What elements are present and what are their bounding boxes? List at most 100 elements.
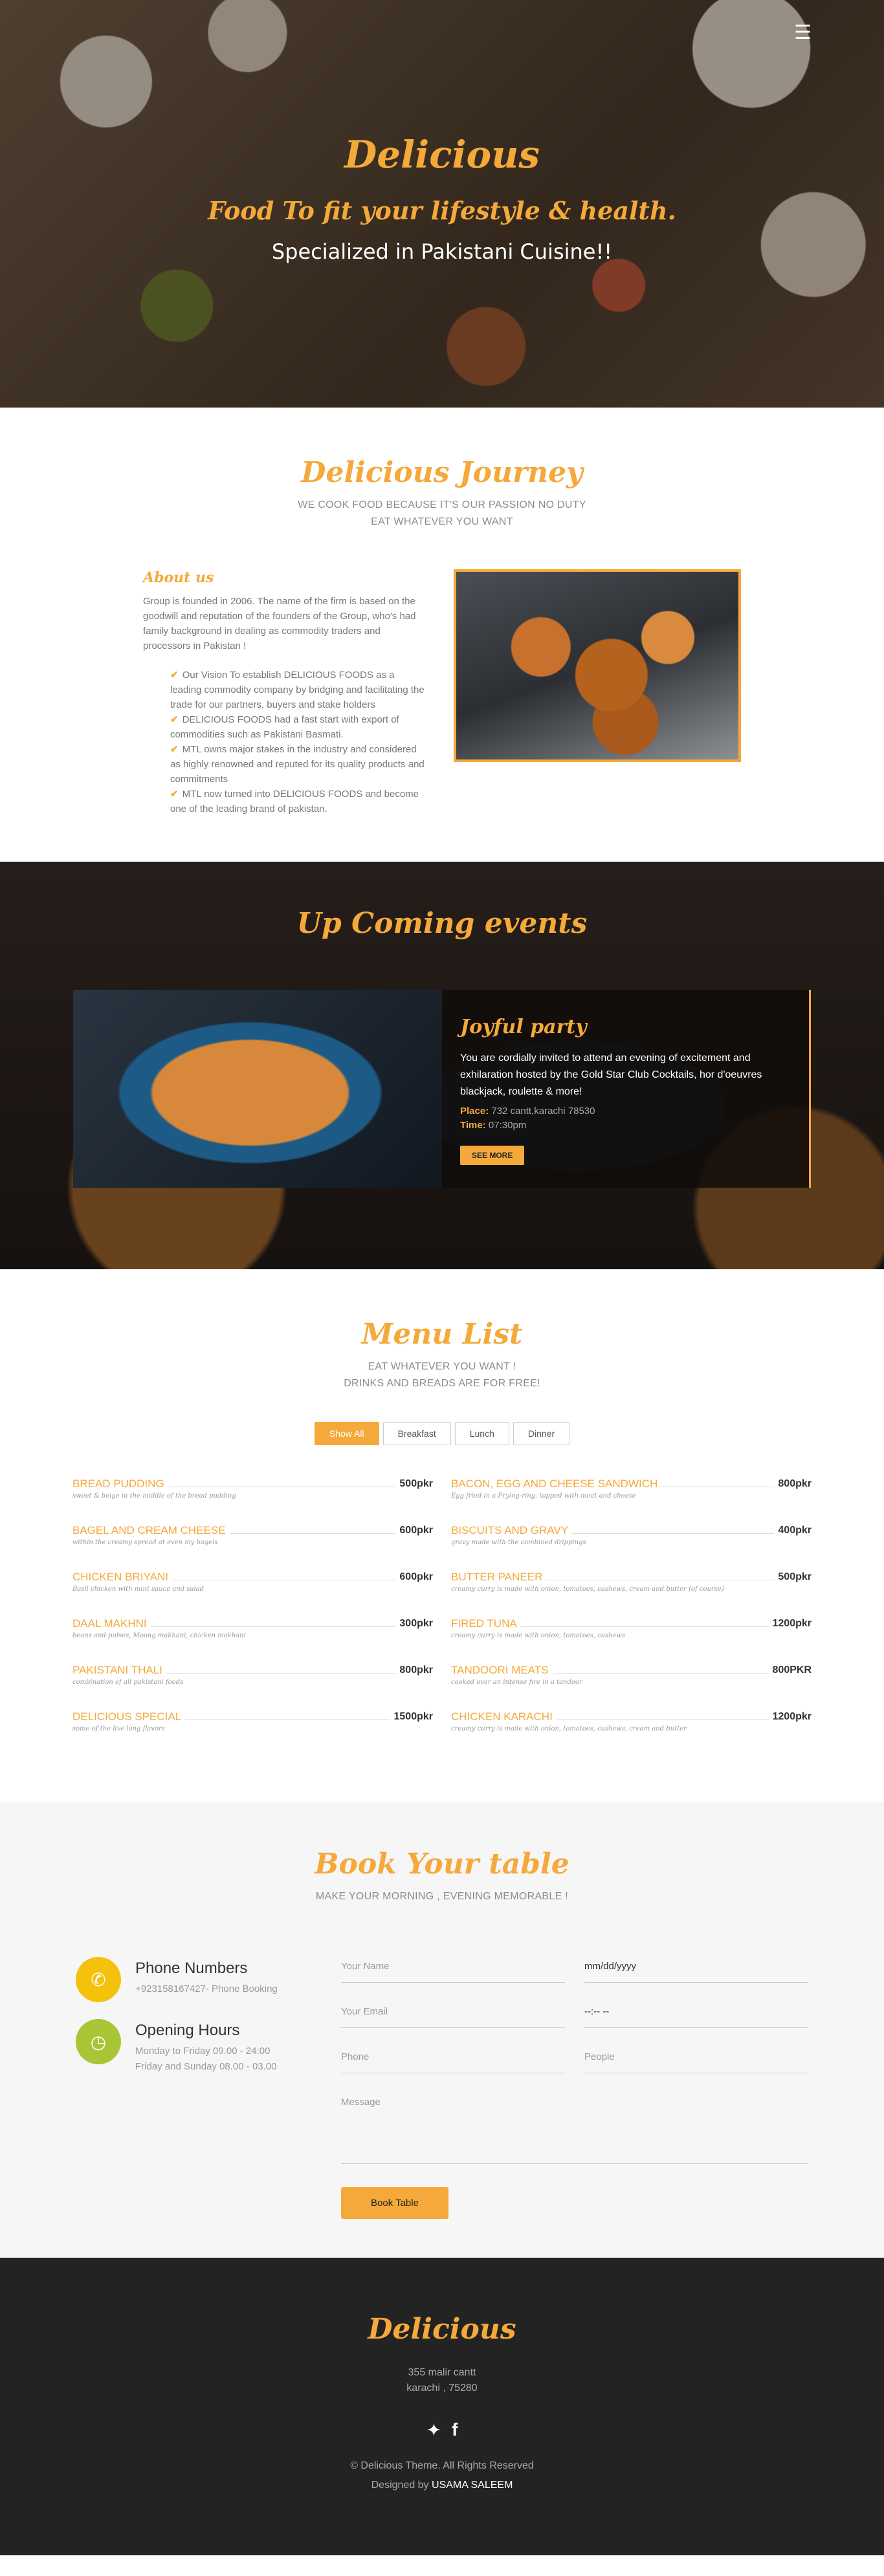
see-more-button[interactable]: SEE MORE	[460, 1146, 525, 1165]
menu-item-name: BREAD PUDDING	[72, 1478, 164, 1490]
menu-item-divider	[520, 1626, 769, 1627]
menu-item: BREAD PUDDING 500pkr sweet & beige in the …	[72, 1478, 433, 1524]
event-time-value: 07:30pm	[488, 1120, 527, 1131]
phone-text: +923158167427- Phone Booking	[135, 1983, 278, 1994]
about-title: About us	[143, 569, 214, 586]
filter-lunch[interactable]: Lunch	[454, 1422, 509, 1445]
hero-content: Delicious Food To fit your lifestyle & h…	[0, 133, 884, 264]
book-table-button[interactable]: Book Table	[341, 2187, 448, 2219]
hours-block: ◷ Opening Hours Monday to Friday 09.00 -…	[76, 2019, 296, 2075]
menu-item: CHICKEN BRIYANI 600pkr Basil chicken with …	[72, 1571, 433, 1617]
about-points: ✔ Our Vision To establish DELICIOUS FOODS…	[170, 668, 428, 816]
menu-item-desc: creamy curry is made with onion, tomatoe…	[451, 1632, 625, 1639]
about-point-text: DELICIOUS FOODS had a fast start with ex…	[170, 714, 399, 740]
menu-item-desc: creamy curry is made with onion, tomatoe…	[451, 1586, 724, 1593]
designed-by: Designed by USAMA SALEEM	[0, 2480, 884, 2491]
journey-section: Delicious Journey WE COOK FOOD BECAUSE I…	[0, 408, 884, 862]
about-point-text: MTL now turned into DELICIOUS FOODS and …	[170, 789, 419, 814]
menu-item: DAAL MAKHNI 300pkr beans and pulses, Moong…	[72, 1617, 433, 1664]
menu-item-name: BACON, EGG AND CHEESE SANDWICH	[451, 1478, 658, 1490]
message-textarea[interactable]: Message	[341, 2093, 808, 2164]
menu-item-price: 1200pkr	[772, 1711, 812, 1722]
footer: Delicious 355 malir cantt karachi , 7528…	[0, 2258, 884, 2555]
menu-subtitle: EAT WHATEVER YOU WANT ! DRINKS AND BREAD…	[0, 1359, 884, 1392]
contact-column: ✆ Phone Numbers +923158167427- Phone Boo…	[76, 1957, 296, 2219]
footer-logo: Delicious	[368, 2313, 516, 2346]
hours-title: Opening Hours	[135, 2022, 240, 2039]
about-point-text: MTL owns major stakes in the industry an…	[170, 744, 425, 785]
check-icon: ✔	[170, 714, 179, 725]
menu-item: BISCUITS AND GRAVY 400pkr gravy made with …	[451, 1524, 812, 1571]
booking-form: Your Name mm/dd/yyyy Your Email --:-- --…	[341, 1957, 808, 2219]
designed-by-label: Designed by	[371, 2480, 429, 2491]
menu-item: BACON, EGG AND CHEESE SANDWICH 800pkr Egg …	[451, 1478, 812, 1524]
menu-item-divider	[166, 1672, 396, 1674]
time-input[interactable]: --:-- --	[584, 2002, 808, 2028]
menu-item-price: 1200pkr	[772, 1618, 812, 1629]
about-point: ✔ DELICIOUS FOODS had a fast start with e…	[170, 712, 428, 742]
footer-address-1: 355 malir cantt	[408, 2367, 476, 2378]
menu-item-price: 500pkr	[778, 1571, 812, 1582]
designer-link[interactable]: USAMA SALEEM	[432, 2480, 513, 2491]
hours-weekday: Monday to Friday 09.00 - 24:00	[135, 2046, 271, 2057]
twitter-icon[interactable]: ✦	[426, 2419, 441, 2441]
menu-item: CHICKEN KARACHI 1200pkr creamy curry is ma…	[451, 1710, 812, 1757]
email-input[interactable]: Your Email	[341, 2002, 565, 2028]
filter-dinner[interactable]: Dinner	[513, 1422, 570, 1445]
menu-item-name: BISCUITS AND GRAVY	[451, 1524, 569, 1536]
people-input[interactable]: People	[584, 2047, 808, 2073]
menu-item: BAGEL AND CREAM CHEESE 600pkr within the c…	[72, 1524, 433, 1571]
book-subtitle: MAKE YOUR MORNING , EVENING MEMORABLE !	[315, 1891, 569, 1902]
menu-item-name: BAGEL AND CREAM CHEESE	[72, 1524, 226, 1536]
phone-block: ✆ Phone Numbers +923158167427- Phone Boo…	[76, 1957, 296, 2002]
menu-title: Menu List	[361, 1318, 523, 1351]
date-input[interactable]: mm/dd/yyyy	[584, 1957, 808, 1983]
hero-title: Delicious	[344, 133, 540, 177]
about-point: ✔ Our Vision To establish DELICIOUS FOODS…	[170, 668, 428, 712]
menu-item-name: DELICIOUS SPECIAL	[72, 1710, 182, 1723]
menu-item-price: 400pkr	[778, 1525, 812, 1536]
event-place: Place: 732 cantt,karachi 78530	[460, 1104, 791, 1119]
footer-address: 355 malir cantt karachi , 75280	[0, 2365, 884, 2396]
menu-item-name: CHICKEN KARACHI	[451, 1710, 553, 1723]
journey-subtitle-2: EAT WHATEVER YOU WANT	[371, 516, 513, 527]
menu-item-price: 600pkr	[399, 1525, 433, 1536]
menu-item-name: DAAL MAKHNI	[72, 1617, 147, 1630]
hero-section: ☰ Delicious Food To fit your lifestyle &…	[0, 0, 884, 408]
menu-item-price: 300pkr	[399, 1618, 433, 1629]
events-section: Up Coming events Joyful party You are co…	[0, 862, 884, 1269]
menu-item-divider	[556, 1719, 769, 1720]
facebook-icon[interactable]: f	[452, 2419, 458, 2441]
phone-icon: ✆	[76, 1957, 121, 2002]
filter-show-all[interactable]: Show All	[314, 1422, 379, 1445]
menu-item-name: PAKISTANI THALI	[72, 1664, 162, 1676]
phone-input[interactable]: Phone	[341, 2047, 565, 2073]
check-icon: ✔	[170, 789, 179, 800]
menu-subtitle-1: EAT WHATEVER YOU WANT !	[368, 1361, 516, 1372]
event-place-value: 732 cantt,karachi 78530	[491, 1106, 595, 1117]
filter-breakfast[interactable]: Breakfast	[382, 1422, 451, 1445]
menu-item: DELICIOUS SPECIAL 1500pkr some of the live…	[72, 1710, 433, 1757]
menu-item-name: BUTTER PANEER	[451, 1571, 543, 1583]
event-info: Joyful party You are cordially invited t…	[442, 990, 811, 1188]
menu-item-divider	[229, 1533, 396, 1534]
menu-item-divider	[185, 1719, 390, 1720]
about-text-column: About us Group is founded in 2006. The n…	[143, 569, 428, 816]
about-paragraph: Group is founded in 2006. The name of th…	[143, 596, 416, 651]
menu-item-desc: sweet & beige in the middle of the bread…	[72, 1492, 236, 1500]
fried-chicken-image	[454, 569, 741, 762]
menu-filters: Show All Breakfast Lunch Dinner	[0, 1422, 884, 1445]
menu-item: FIRED TUNA 1200pkr creamy curry is made wi…	[451, 1617, 812, 1664]
event-text: You are cordially invited to attend an e…	[460, 1053, 762, 1097]
copyright: © Delicious Theme. All Rights Reserved	[350, 2460, 534, 2471]
menu-item: TANDOORI MEATS 800PKR cooked over an inten…	[451, 1664, 812, 1710]
hero-tagline: Food To fit your lifestyle & health.	[208, 196, 676, 225]
name-input[interactable]: Your Name	[341, 1957, 565, 1983]
hamburger-menu-icon[interactable]: ☰	[794, 23, 812, 43]
menu-item-divider	[572, 1533, 775, 1534]
book-title: Book Your table	[315, 1848, 569, 1881]
check-icon: ✔	[170, 670, 179, 681]
event-title: Joyful party	[460, 1016, 587, 1038]
social-links: ✦ f	[0, 2419, 884, 2441]
menu-item-price: 800pkr	[399, 1665, 433, 1675]
